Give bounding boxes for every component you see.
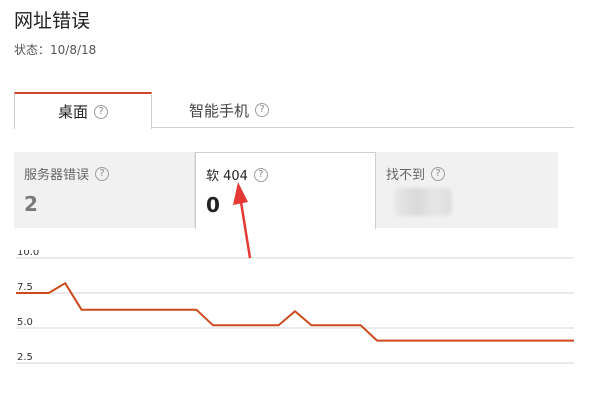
- card-not-found-label: 找不到: [386, 168, 426, 183]
- tab-desktop-label: 桌面: [57, 103, 88, 121]
- card-not-found[interactable]: 找不到 ?: [376, 152, 558, 228]
- card-server-error-count: 2: [24, 192, 38, 216]
- series-line: [16, 282, 574, 342]
- tab-desktop[interactable]: 桌面 ?: [14, 92, 152, 129]
- tab-smartphone-label: 智能手机: [188, 101, 249, 120]
- card-server-error[interactable]: 服务器错误 ? 2: [14, 152, 195, 228]
- card-not-found-count-blurred: [394, 188, 452, 216]
- y-tick-label: 5.0: [17, 317, 33, 328]
- card-server-error-label: 服务器错误: [24, 168, 90, 183]
- errors-line-chart: 10.0 7.5 5.0 2.5: [16, 250, 574, 364]
- error-category-cards: 服务器错误 ? 2 软 404 ? 0 找不到 ?: [14, 152, 558, 229]
- help-icon[interactable]: ?: [95, 166, 110, 181]
- help-icon[interactable]: ?: [255, 103, 269, 117]
- help-icon[interactable]: ?: [431, 166, 446, 181]
- card-soft-404-count: 0: [206, 193, 220, 217]
- y-tick-label: 2.5: [17, 352, 33, 363]
- y-tick-label: 10.0: [17, 250, 39, 258]
- help-icon[interactable]: ?: [94, 104, 108, 119]
- page-title: 网址错误: [14, 10, 91, 32]
- y-tick-label: 7.5: [17, 282, 33, 293]
- card-soft-404-label: 软 404: [206, 169, 248, 184]
- card-soft-404[interactable]: 软 404 ? 0: [195, 152, 376, 229]
- help-icon[interactable]: ?: [253, 167, 268, 182]
- status-text: 状态：10/8/18: [14, 43, 97, 57]
- device-tabs: 桌面 ? 智能手机 ?: [14, 92, 574, 129]
- tab-smartphone[interactable]: 智能手机 ?: [164, 92, 294, 128]
